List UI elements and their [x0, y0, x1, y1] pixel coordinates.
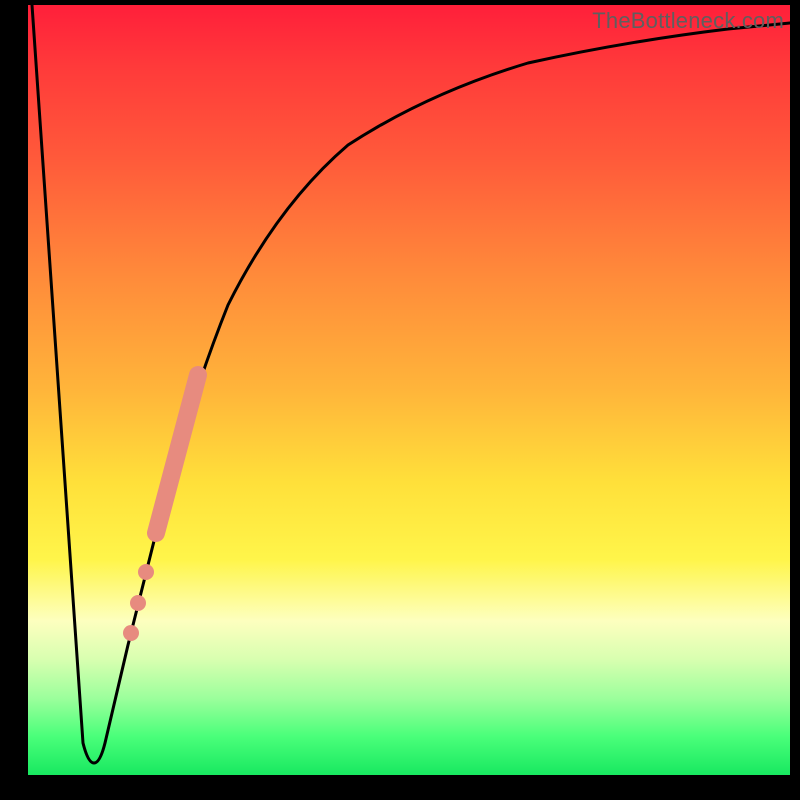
highlight-dot [123, 625, 139, 641]
highlight-thick [156, 375, 198, 533]
bottleneck-curve [32, 5, 790, 763]
plot-area: TheBottleneck.com [28, 5, 790, 775]
curve-layer [28, 5, 790, 775]
highlight-dot [138, 564, 154, 580]
highlight-dot [130, 595, 146, 611]
chart-stage: TheBottleneck.com [0, 0, 800, 800]
